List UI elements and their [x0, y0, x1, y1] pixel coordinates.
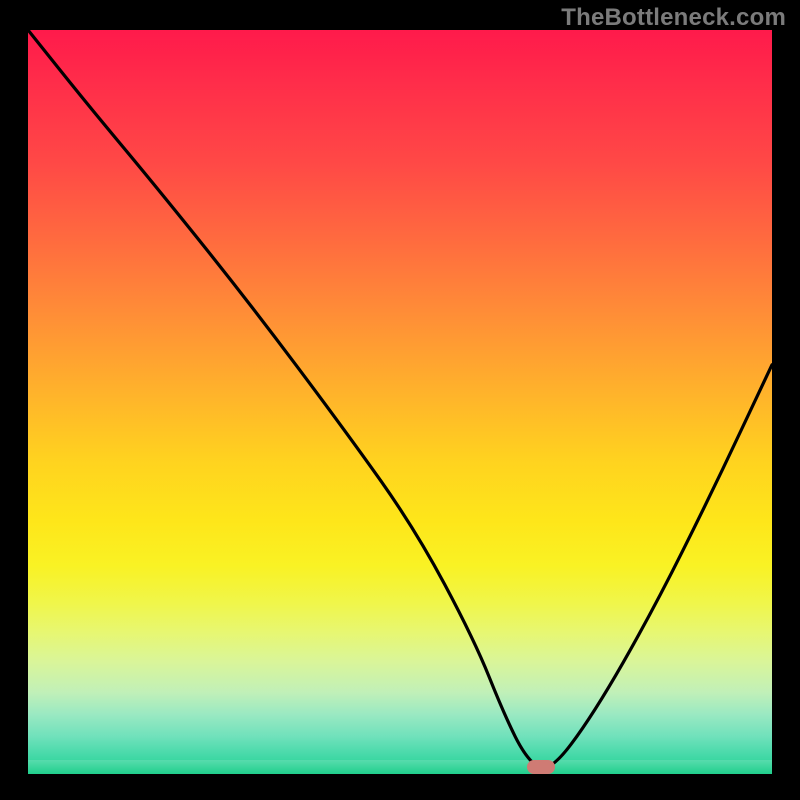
- chart-frame: TheBottleneck.com: [0, 0, 800, 800]
- watermark-text: TheBottleneck.com: [561, 4, 786, 32]
- optimal-point-marker: [527, 760, 555, 774]
- curve-svg: [28, 30, 772, 774]
- bottleneck-curve-path: [28, 30, 772, 768]
- plot-area: [28, 30, 772, 774]
